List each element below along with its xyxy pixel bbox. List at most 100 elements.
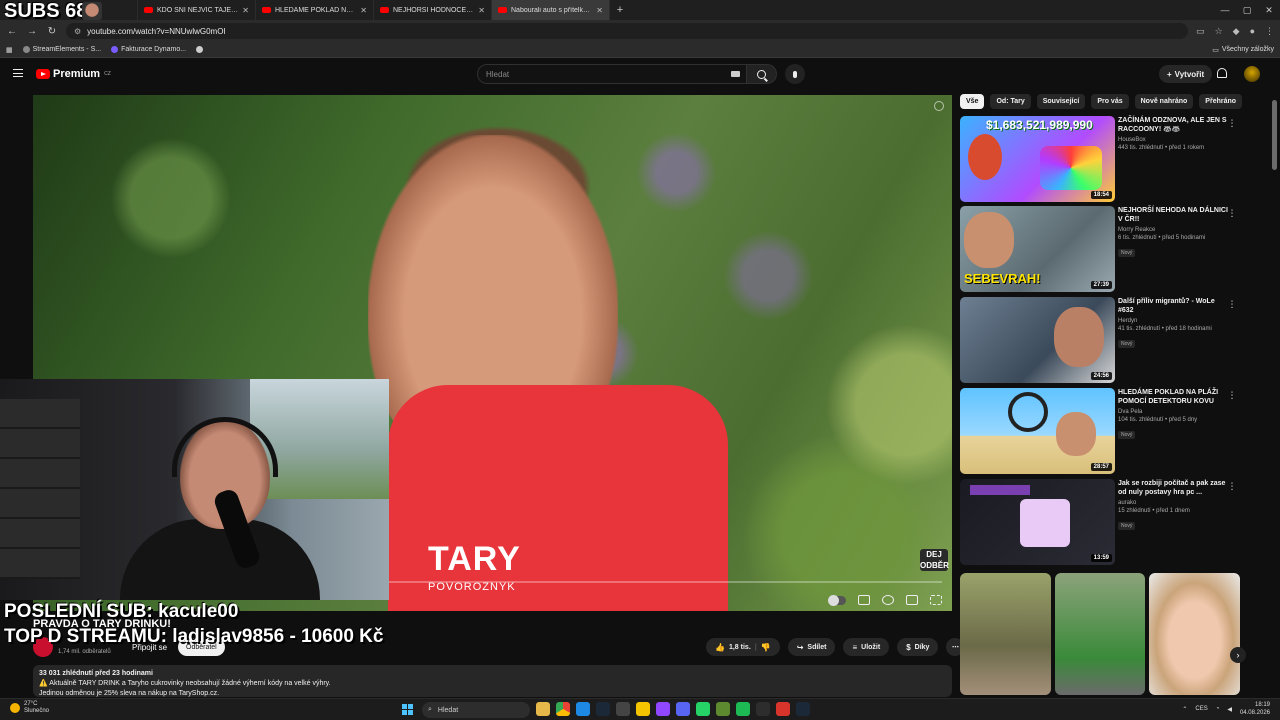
more-options-icon[interactable]: ⋮ bbox=[1227, 481, 1237, 492]
volume-icon[interactable]: ◀ bbox=[1227, 706, 1232, 713]
more-options-icon[interactable]: ⋮ bbox=[1227, 118, 1237, 129]
video-thumbnail[interactable]: 24:56 bbox=[960, 297, 1115, 383]
more-options-icon[interactable]: ⋮ bbox=[1227, 208, 1237, 219]
short-thumbnail[interactable] bbox=[960, 573, 1051, 695]
more-options-icon[interactable]: ⋮ bbox=[1227, 299, 1237, 310]
close-icon[interactable]: ✕ bbox=[242, 6, 249, 15]
recommendation-item[interactable]: SEBEVRAH! 27:39 NEJHORŠÍ NEHODA NA DÁLNI… bbox=[960, 206, 1250, 292]
minimize-icon[interactable]: — bbox=[1214, 0, 1236, 20]
video-thumbnail[interactable]: 28:57 bbox=[960, 388, 1115, 474]
chip-for-you[interactable]: Pro vás bbox=[1091, 94, 1129, 109]
maximize-icon[interactable]: ▢ bbox=[1236, 0, 1258, 20]
voice-search-icon[interactable] bbox=[785, 64, 805, 84]
cast-icon[interactable]: ▭ bbox=[1196, 26, 1205, 37]
discord-icon[interactable] bbox=[676, 702, 690, 716]
twitch-icon[interactable] bbox=[656, 702, 670, 716]
like-button[interactable]: 👍 1,8 tis. | 👎 bbox=[706, 638, 780, 656]
bookmark[interactable]: Fakturace Dynamo... bbox=[111, 46, 186, 53]
windows-start-icon[interactable] bbox=[402, 704, 413, 715]
chip-recently-uploaded[interactable]: Nově nahráno bbox=[1134, 94, 1194, 109]
app-icon[interactable] bbox=[776, 702, 790, 716]
search-input[interactable]: Hledat bbox=[477, 64, 747, 84]
all-bookmarks[interactable]: ▭ Všechny záložky bbox=[1212, 46, 1274, 54]
app-icon[interactable] bbox=[636, 702, 650, 716]
video-thumbnail[interactable]: $1,683,521,989,990 18:54 bbox=[960, 116, 1115, 202]
video-thumbnail[interactable]: SEBEVRAH! 27:39 bbox=[960, 206, 1115, 292]
close-window-icon[interactable]: ✕ bbox=[1258, 0, 1280, 20]
minecraft-icon[interactable] bbox=[716, 702, 730, 716]
extensions-icon[interactable]: ◆ bbox=[1233, 26, 1240, 37]
bookmark[interactable]: StreamElements - S... bbox=[22, 46, 101, 53]
reload-icon[interactable]: ↻ bbox=[46, 26, 58, 37]
language-indicator[interactable]: CES bbox=[1195, 706, 1207, 712]
miniplayer-icon[interactable] bbox=[906, 595, 918, 605]
star-icon[interactable]: ☆ bbox=[1215, 26, 1223, 37]
obs-icon[interactable] bbox=[616, 702, 630, 716]
chip-from-tary[interactable]: Od: Tary bbox=[990, 94, 1031, 109]
recommendation-item[interactable]: 28:57 HLEDÁME POKLAD NA PLÁŽI POMOCÍ DET… bbox=[960, 388, 1250, 474]
description-box[interactable]: 33 031 zhlédnutí před 23 hodinami ⚠️ Akt… bbox=[33, 665, 952, 697]
url-field[interactable]: ⚙ youtube.com/watch?v=NNUwlwG0mOI bbox=[66, 23, 1189, 39]
close-icon[interactable]: ✕ bbox=[596, 6, 603, 15]
taskbar-search[interactable]: ⌕ Hledat bbox=[422, 702, 530, 718]
recommendation-item[interactable]: 24:56 Další příliv migrantů? - WoLe #632… bbox=[960, 297, 1250, 383]
chrome-icon[interactable] bbox=[556, 702, 570, 716]
menu-icon[interactable]: ⋮ bbox=[1265, 26, 1274, 37]
edge-icon[interactable] bbox=[576, 702, 590, 716]
chip-watched[interactable]: Přehráno bbox=[1199, 94, 1243, 109]
hamburger-menu-icon[interactable] bbox=[13, 69, 23, 77]
chevron-right-icon[interactable]: › bbox=[1230, 647, 1246, 663]
close-icon[interactable]: ✕ bbox=[360, 6, 367, 15]
profile-icon[interactable]: ● bbox=[1250, 26, 1255, 37]
chip-all[interactable]: Vše bbox=[960, 94, 985, 109]
nvidia-icon[interactable] bbox=[756, 702, 770, 716]
recommendation-channel[interactable]: aurako bbox=[1118, 500, 1228, 506]
keyboard-icon[interactable] bbox=[731, 71, 740, 77]
browser-tab-active[interactable]: Nabourali auto s přítelkyní, ote... ✕ bbox=[492, 0, 610, 20]
tray-chevron-icon[interactable]: ⌃ bbox=[1182, 706, 1187, 713]
close-icon[interactable]: ✕ bbox=[478, 6, 485, 15]
recommendation-item[interactable]: $1,683,521,989,990 18:54 ZAČÍNÁM ODZNOVA… bbox=[960, 116, 1250, 202]
save-button[interactable]: ≡ Uložit bbox=[843, 638, 890, 656]
recommendation-item[interactable]: 13:59 Jak se rozbiji počítač a pak zase … bbox=[960, 479, 1250, 565]
subscribe-watermark[interactable]: DEJ ODBĚR bbox=[920, 549, 949, 571]
search-button[interactable] bbox=[747, 64, 777, 84]
bookmark[interactable] bbox=[196, 46, 204, 53]
file-explorer-icon[interactable] bbox=[536, 702, 550, 716]
steam-icon[interactable] bbox=[596, 702, 610, 716]
spotify-icon[interactable] bbox=[736, 702, 750, 716]
new-tab-button[interactable]: + bbox=[610, 4, 630, 16]
page-scrollbar[interactable] bbox=[1272, 100, 1277, 170]
video-thumbnail[interactable]: 13:59 bbox=[960, 479, 1115, 565]
notifications-bell-icon[interactable] bbox=[1217, 68, 1227, 78]
whatsapp-icon[interactable] bbox=[696, 702, 710, 716]
youtube-premium-logo[interactable]: Premium CZ bbox=[36, 68, 111, 80]
recommendation-channel[interactable]: HouseBox bbox=[1118, 137, 1228, 143]
browser-tab[interactable]: HLEDÁME POKLAD NA PLÁŽI POMOCÍ ✕ bbox=[256, 0, 374, 20]
browser-tab[interactable]: KDO SNÍ NEJVÍC TAJEMNÝCH JÍDEL ✕ bbox=[138, 0, 256, 20]
recommendation-channel[interactable]: Morry Reakce bbox=[1118, 227, 1228, 233]
fullscreen-icon[interactable] bbox=[930, 595, 942, 605]
more-options-icon[interactable]: ⋮ bbox=[1227, 390, 1237, 401]
autoplay-toggle[interactable] bbox=[828, 594, 846, 606]
steam-icon[interactable] bbox=[796, 702, 810, 716]
apps-icon[interactable]: ▦ bbox=[6, 46, 13, 54]
browser-tab[interactable]: NEJHORŠÍ HODNOCENÁ RESTAURACE ✕ bbox=[374, 0, 492, 20]
create-button[interactable]: + Vytvořit bbox=[1159, 65, 1213, 83]
recommendation-channel[interactable]: Herdyn bbox=[1118, 318, 1228, 324]
settings-gear-icon[interactable] bbox=[882, 595, 894, 605]
chip-related[interactable]: Související bbox=[1036, 94, 1086, 109]
thumbs-down-icon[interactable]: 👎 bbox=[761, 643, 771, 652]
info-icon[interactable] bbox=[934, 101, 944, 111]
weather-widget[interactable]: 27°C Slunečno bbox=[10, 701, 49, 715]
recommendation-channel[interactable]: Dva Pela bbox=[1118, 409, 1228, 415]
clock[interactable]: 18:19 04.08.2026 bbox=[1240, 701, 1270, 717]
short-thumbnail[interactable] bbox=[1054, 573, 1146, 695]
wifi-icon[interactable]: ◔ bbox=[1216, 706, 1220, 712]
short-thumbnail[interactable] bbox=[1149, 573, 1241, 695]
thanks-button[interactable]: $ Díky bbox=[897, 638, 939, 656]
account-avatar[interactable] bbox=[1244, 66, 1260, 82]
forward-icon[interactable]: → bbox=[26, 26, 38, 37]
subtitles-icon[interactable] bbox=[858, 595, 870, 605]
share-button[interactable]: ↪ Sdílet bbox=[787, 638, 836, 656]
